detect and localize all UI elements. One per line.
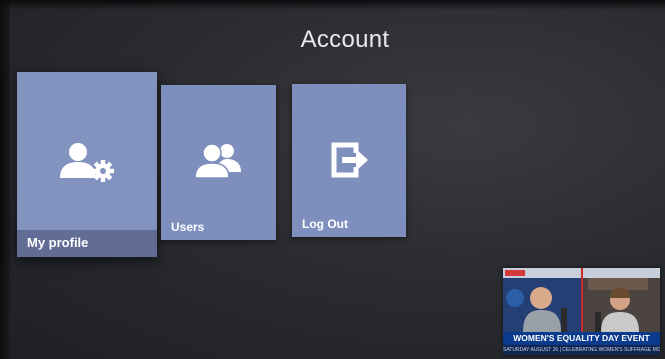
users-label: Users (171, 220, 205, 234)
pip-news-banner: WOMEN'S EQUALITY DAY EVENT (503, 332, 660, 345)
users-tile[interactable]: Users (161, 85, 276, 240)
my-profile-label: My profile (27, 235, 89, 250)
log-out-label: Log Out (302, 217, 348, 231)
picture-in-picture-video[interactable]: WOMEN'S EQUALITY DAY EVENT SATURDAY AUGU… (503, 268, 660, 355)
page-title: Account (300, 26, 390, 53)
user-gear-icon (60, 143, 114, 182)
tv-screen: Account My profile Users Log Out WOMEN'S… (0, 0, 665, 359)
log-out-tile[interactable]: Log Out (292, 84, 406, 237)
pip-news-subtext: SATURDAY AUGUST 26 | CELEBRATING WOMEN'S… (503, 345, 660, 355)
logout-icon (331, 142, 368, 178)
my-profile-tile[interactable]: My profile (17, 72, 157, 257)
users-icon (193, 143, 241, 179)
screen-bezel-top (0, 0, 665, 10)
